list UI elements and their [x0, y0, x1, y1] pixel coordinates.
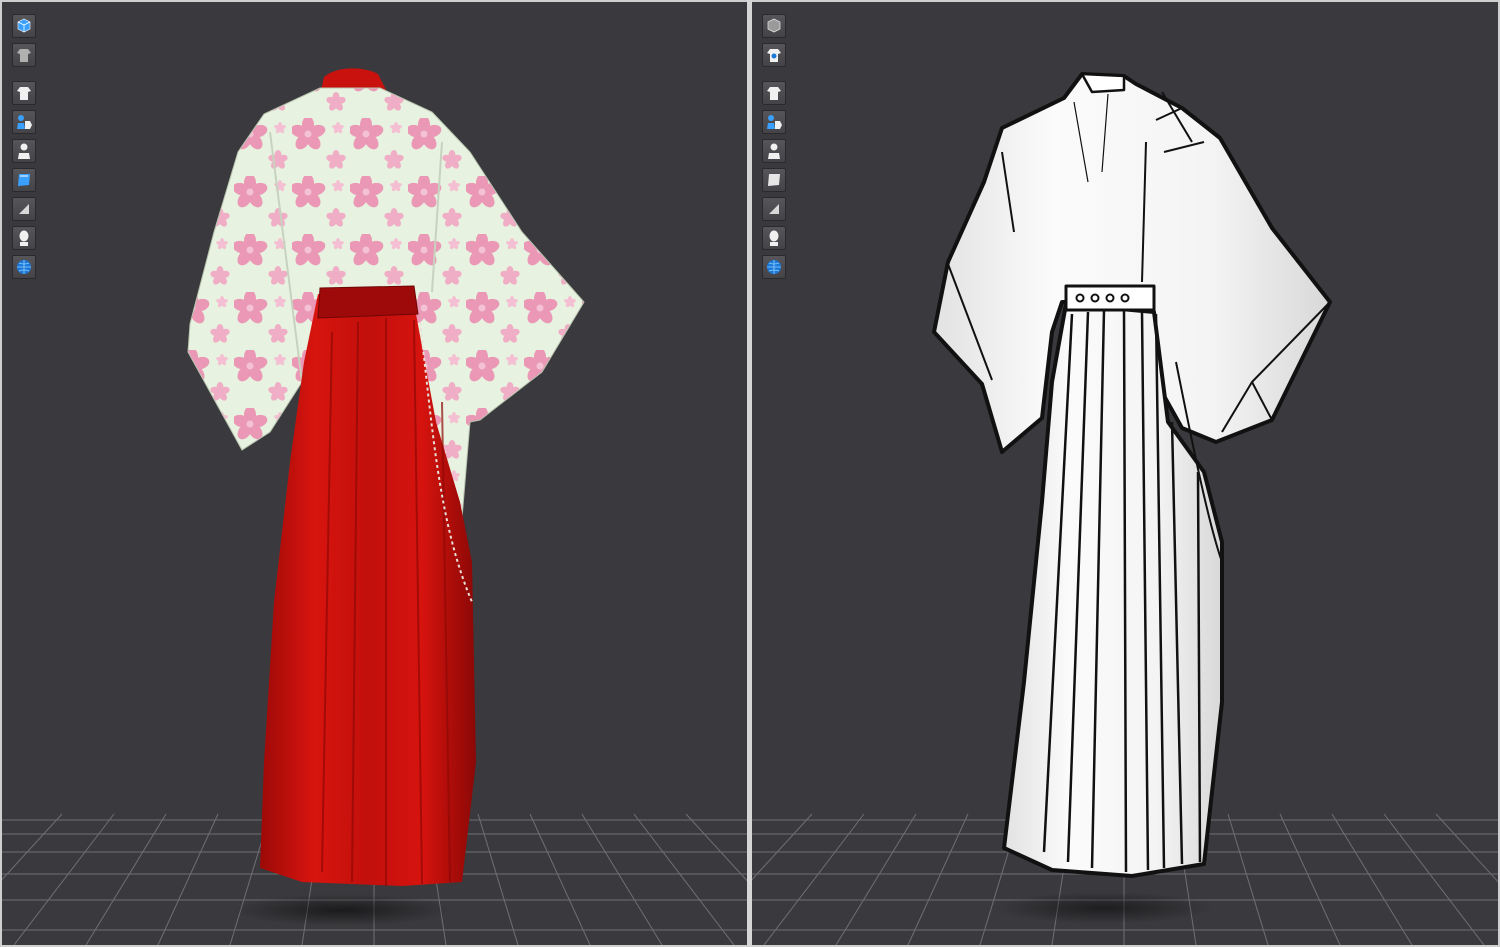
- render-mode-icon[interactable]: [12, 14, 36, 38]
- environment-icon[interactable]: [762, 255, 786, 279]
- kimono-textured: [187, 68, 585, 886]
- kimono-lineart: [932, 72, 1332, 878]
- garment-icon[interactable]: [762, 81, 786, 105]
- avatar-head-icon[interactable]: [12, 226, 36, 250]
- texture-mode-icon[interactable]: [762, 43, 786, 67]
- fabric-icon[interactable]: [762, 168, 786, 192]
- garment-shadow: [232, 894, 452, 926]
- render-mode-icon[interactable]: [762, 14, 786, 38]
- viewport-right-lineart[interactable]: [752, 2, 1498, 945]
- stretch-map-icon[interactable]: [12, 197, 36, 221]
- garment-shadow: [994, 892, 1214, 924]
- texture-mode-icon[interactable]: [12, 43, 36, 67]
- avatar-icon[interactable]: [12, 139, 36, 163]
- environment-icon[interactable]: [12, 255, 36, 279]
- garment-icon[interactable]: [12, 81, 36, 105]
- avatar-garment-icon[interactable]: [762, 110, 786, 134]
- scene-left: [2, 68, 747, 945]
- avatar-icon[interactable]: [762, 139, 786, 163]
- fabric-icon[interactable]: [12, 168, 36, 192]
- scene-right: [752, 72, 1498, 945]
- viewport-left-textured[interactable]: [2, 2, 747, 945]
- avatar-garment-icon[interactable]: [12, 110, 36, 134]
- stretch-map-icon[interactable]: [762, 197, 786, 221]
- avatar-head-icon[interactable]: [762, 226, 786, 250]
